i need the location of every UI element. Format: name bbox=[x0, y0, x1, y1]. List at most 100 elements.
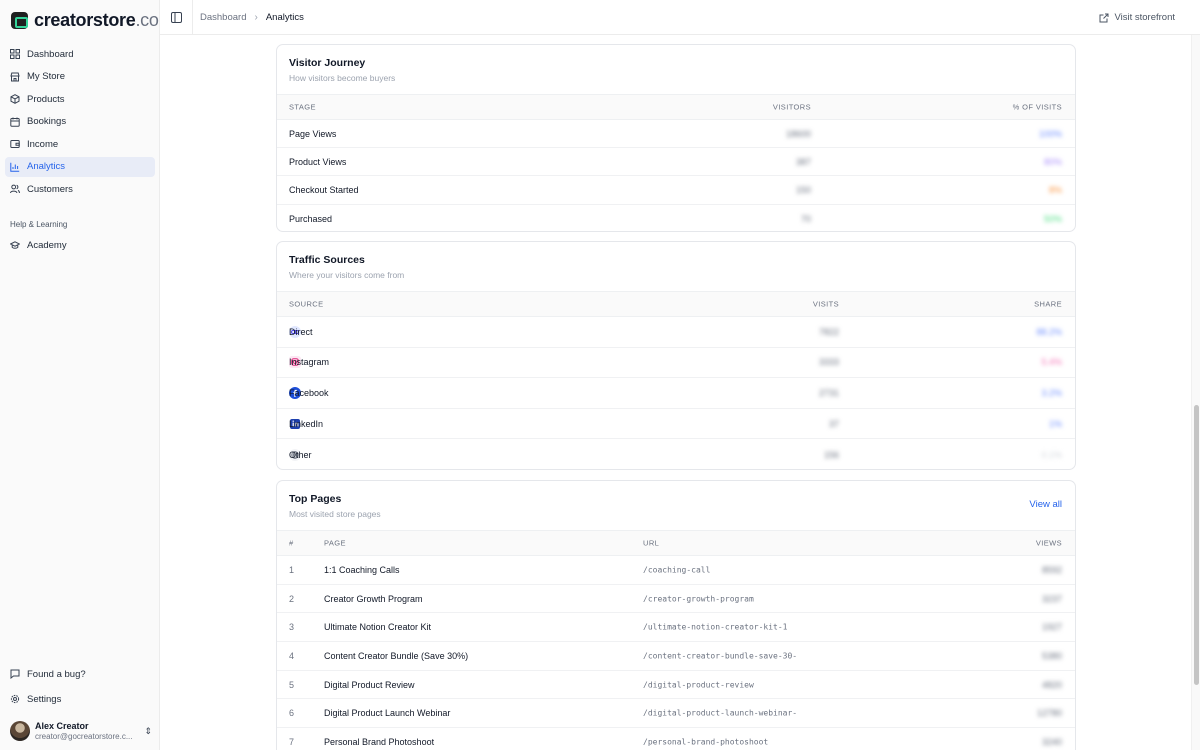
table-row: Checkout Started 150 8% bbox=[277, 176, 1075, 205]
table-row: Other 156 0.1% bbox=[277, 439, 1075, 469]
sidebar-item-analytics[interactable]: Analytics bbox=[5, 156, 155, 177]
sidebar-item-income[interactable]: Income bbox=[5, 134, 155, 154]
table-header: STAGE VISITORS % OF VISITS bbox=[277, 94, 1075, 120]
user-email: creator@gocreatorstore.c... bbox=[35, 731, 133, 741]
page-url: /digital-product-launch-webinar- bbox=[643, 708, 798, 718]
table-row[interactable]: 4 Content Creator Bundle (Save 30%) /con… bbox=[277, 642, 1075, 671]
card-title: Top Pages bbox=[289, 493, 342, 505]
topbar-divider bbox=[192, 0, 193, 35]
logo[interactable]: creatorstore.co bbox=[11, 10, 159, 31]
bar-chart-icon bbox=[10, 162, 20, 172]
table-row[interactable]: 6 Digital Product Launch Webinar /digita… bbox=[277, 699, 1075, 729]
visit-count: 156 bbox=[823, 449, 839, 460]
visit-storefront-label: Visit storefront bbox=[1114, 12, 1175, 23]
column-header-visitors: VISITORS bbox=[772, 102, 811, 112]
share-percent: 3.2% bbox=[1041, 387, 1062, 398]
column-header-source: SOURCE bbox=[289, 299, 324, 309]
column-header-pct: % OF VISITS bbox=[1012, 102, 1062, 112]
column-header-stage: STAGE bbox=[289, 102, 316, 112]
page-rank: 4 bbox=[289, 650, 295, 661]
visitor-count: 150 bbox=[795, 184, 811, 195]
visit-count: 7822 bbox=[818, 326, 839, 337]
sidebar-toggle-icon[interactable] bbox=[171, 12, 182, 23]
view-all-link[interactable]: View all bbox=[1029, 499, 1062, 510]
sidebar-item-dashboard[interactable]: Dashboard bbox=[5, 44, 155, 64]
top-pages-card: Top Pages Most visited store pages View … bbox=[276, 480, 1076, 750]
page-rank: 5 bbox=[289, 679, 295, 690]
page-views: 4820 bbox=[1041, 679, 1062, 690]
sidebar-item-label: Bookings bbox=[27, 116, 67, 127]
column-header-share: SHARE bbox=[1034, 299, 1062, 309]
table-row[interactable]: 2 Creator Growth Program /creator-growth… bbox=[277, 585, 1075, 614]
page-url: /content-creator-bundle-save-30- bbox=[643, 651, 798, 661]
page-views: 1927 bbox=[1041, 622, 1062, 633]
sidebar-item-label: Settings bbox=[27, 693, 62, 705]
share-percent: 1% bbox=[1048, 418, 1062, 429]
visitor-count: 18600 bbox=[785, 128, 811, 139]
box-icon bbox=[10, 94, 20, 104]
page-rank: 6 bbox=[289, 708, 295, 719]
page-views: 3240 bbox=[1041, 737, 1062, 748]
chat-icon bbox=[10, 669, 20, 679]
page-rank: 2 bbox=[289, 593, 295, 604]
user-menu[interactable]: Alex Creator creator@gocreatorstore.c...… bbox=[10, 718, 152, 744]
table-row[interactable]: 1 1:1 Coaching Calls /coaching-call 8592 bbox=[277, 556, 1075, 585]
page-name: Ultimate Notion Creator Kit bbox=[324, 622, 432, 633]
page-views: 3237 bbox=[1041, 593, 1062, 604]
topbar: Dashboard › Analytics Visit storefront bbox=[160, 0, 1200, 35]
page-url: /ultimate-notion-creator-kit-1 bbox=[643, 622, 788, 632]
visit-storefront-link[interactable]: Visit storefront bbox=[1099, 12, 1175, 23]
visit-count: 2731 bbox=[818, 387, 839, 398]
visit-percent: 80% bbox=[1043, 156, 1062, 167]
source-name: Other bbox=[289, 449, 312, 460]
sidebar-item-academy[interactable]: Academy bbox=[5, 235, 155, 255]
source-name: Instagram bbox=[289, 357, 330, 368]
sidebar-item-products[interactable]: Products bbox=[5, 89, 155, 109]
avatar bbox=[10, 721, 30, 741]
table-row: Facebook 2731 3.2% bbox=[277, 378, 1075, 409]
store-icon bbox=[10, 72, 20, 81]
table-header: # PAGE URL VIEWS bbox=[277, 530, 1075, 556]
gear-icon bbox=[10, 694, 20, 704]
external-link-icon bbox=[1099, 13, 1109, 22]
page-scrollbar[interactable] bbox=[1191, 35, 1200, 750]
table-row[interactable]: 5 Digital Product Review /digital-produc… bbox=[277, 671, 1075, 700]
page-rank: 3 bbox=[289, 622, 295, 633]
table-row: Purchased 70 50% bbox=[277, 205, 1075, 231]
sidebar-item-found-bug[interactable]: Found a bug? bbox=[5, 664, 155, 684]
visitor-count: 387 bbox=[795, 156, 811, 167]
scrollbar-thumb[interactable] bbox=[1194, 405, 1199, 685]
users-icon bbox=[10, 184, 20, 194]
card-subtitle: How visitors become buyers bbox=[289, 73, 396, 83]
page-name: Content Creator Bundle (Save 30%) bbox=[324, 650, 469, 661]
wallet-icon bbox=[10, 140, 20, 148]
sidebar-item-label: Analytics bbox=[27, 161, 66, 172]
source-name: LinkedIn bbox=[289, 418, 324, 429]
stage-name: Page Views bbox=[289, 128, 337, 139]
user-name: Alex Creator bbox=[35, 721, 89, 732]
table-row[interactable]: 3 Ultimate Notion Creator Kit /ultimate-… bbox=[277, 613, 1075, 643]
sidebar-item-bookings[interactable]: Bookings bbox=[5, 112, 155, 132]
chevron-up-down-icon: ⇕ bbox=[144, 725, 152, 736]
breadcrumb-dashboard[interactable]: Dashboard bbox=[200, 12, 246, 23]
sidebar-item-customers[interactable]: Customers bbox=[5, 179, 155, 199]
table-row: Instagram 3333 5.4% bbox=[277, 348, 1075, 379]
card-subtitle: Most visited store pages bbox=[289, 509, 381, 519]
column-header-views: VIEWS bbox=[1035, 538, 1062, 548]
visitor-count: 70 bbox=[800, 213, 811, 224]
column-header-page: PAGE bbox=[324, 538, 346, 548]
sidebar-item-my-store[interactable]: My Store bbox=[5, 67, 155, 87]
sidebar-item-label: Customers bbox=[27, 183, 73, 195]
sidebar: creatorstore.co Dashboard My Store Produ… bbox=[0, 0, 160, 750]
page-views: 5380 bbox=[1041, 650, 1062, 661]
stage-name: Product Views bbox=[289, 156, 347, 167]
logo-suffix: .co bbox=[135, 10, 159, 30]
table-row[interactable]: 7 Personal Brand Photoshoot /personal-br… bbox=[277, 728, 1075, 750]
sidebar-item-settings[interactable]: Settings bbox=[5, 689, 155, 709]
visit-percent: 50% bbox=[1043, 213, 1062, 224]
stage-name: Purchased bbox=[289, 213, 333, 224]
column-header-url: URL bbox=[643, 538, 660, 548]
table-row: Page Views 18600 100% bbox=[277, 120, 1075, 149]
card-subtitle: Where your visitors come from bbox=[289, 270, 405, 280]
page-rank: 1 bbox=[289, 564, 295, 575]
